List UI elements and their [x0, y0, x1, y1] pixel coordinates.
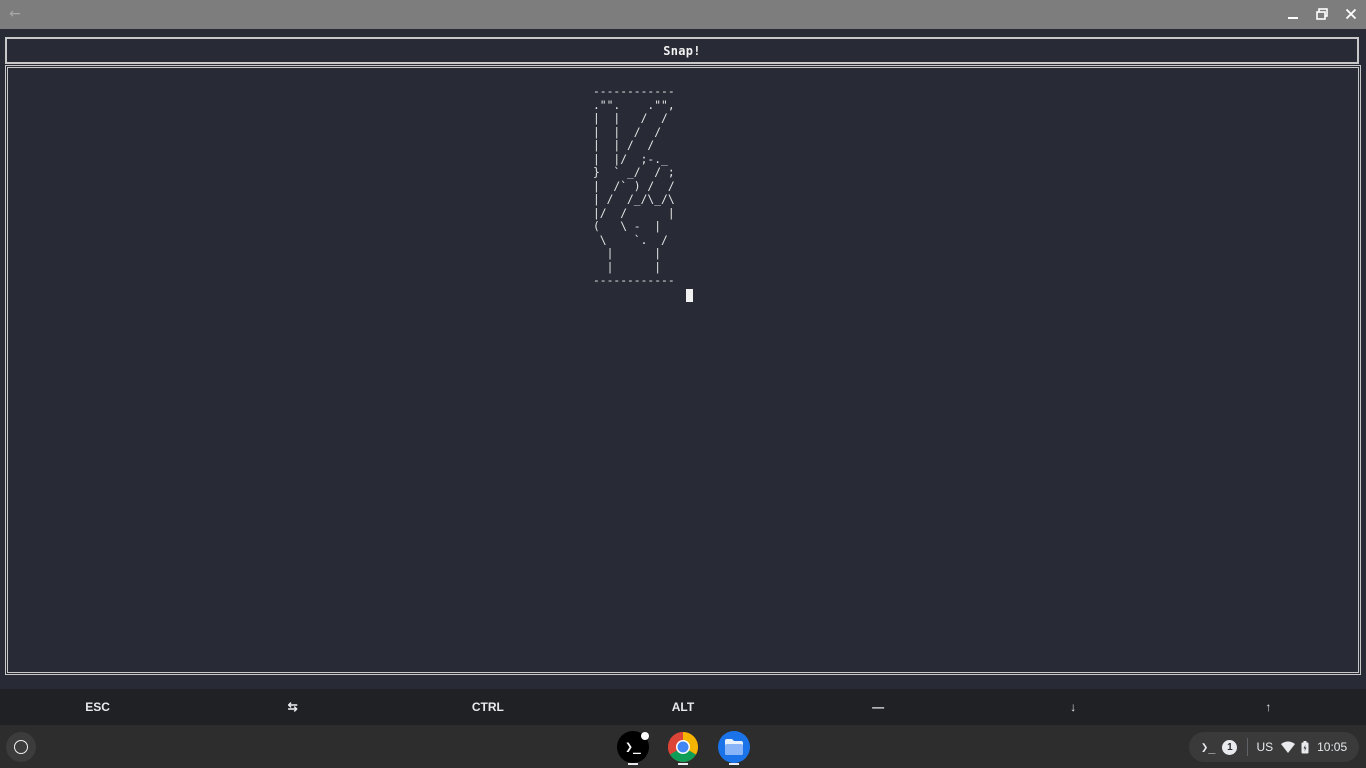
status-tray[interactable]: ❯_ 1 US 10:05: [1189, 732, 1359, 762]
extra-keys-bar: ESC ⇆ CTRL ALT — ↓ ↑: [0, 689, 1366, 725]
tab-key[interactable]: ⇆: [195, 689, 390, 725]
terminal-status-icon: ❯_: [1201, 740, 1216, 754]
close-icon: [1345, 8, 1357, 20]
tray-divider: [1247, 738, 1249, 756]
dialog-header: Snap!: [5, 37, 1359, 64]
window-titlebar: ←: [0, 0, 1366, 29]
up-arrow-key[interactable]: ↑: [1171, 689, 1366, 725]
terminal-viewport[interactable]: Snap! ------------ ."". ."", | | / / | |…: [0, 29, 1366, 689]
ctrl-key[interactable]: CTRL: [390, 689, 585, 725]
dialog-body: [5, 65, 1361, 675]
wifi-icon: [1281, 741, 1296, 753]
status-area: ❯_ 1 US 10:05: [0, 725, 1366, 768]
dash-key[interactable]: —: [781, 689, 976, 725]
restore-icon: [1316, 8, 1328, 20]
close-button[interactable]: [1340, 4, 1362, 24]
battery-icon: [1301, 740, 1309, 754]
minimize-icon: [1288, 17, 1298, 19]
minimize-button[interactable]: [1282, 4, 1304, 24]
ime-label: US: [1256, 740, 1274, 754]
back-arrow-icon[interactable]: ←: [6, 5, 24, 23]
text-cursor: [686, 289, 693, 302]
restore-button[interactable]: [1311, 4, 1333, 24]
down-arrow-key[interactable]: ↓: [976, 689, 1171, 725]
alt-key[interactable]: ALT: [585, 689, 780, 725]
ascii-art: ------------ ."". ."", | | / / | | / / |…: [593, 85, 675, 287]
clock: 10:05: [1317, 740, 1348, 754]
dialog-title: Snap!: [663, 43, 701, 58]
notification-count-badge: 1: [1222, 739, 1238, 755]
esc-key[interactable]: ESC: [0, 689, 195, 725]
